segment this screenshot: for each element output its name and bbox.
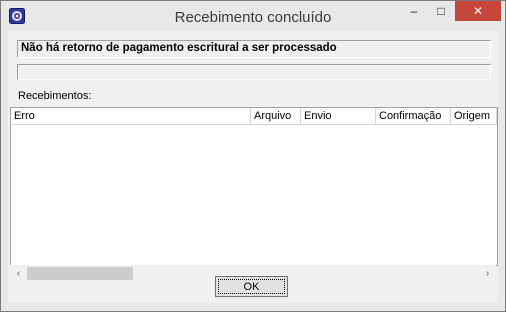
scroll-right-button[interactable]: ›: [479, 265, 496, 282]
close-button[interactable]: ✕: [455, 1, 501, 21]
progress-bar: [17, 64, 491, 80]
title-bar[interactable]: Recebimento concluído – □ ✕: [1, 1, 505, 31]
ok-button[interactable]: OK: [215, 276, 288, 297]
status-message: Não há retorno de pagamento escritural a…: [21, 42, 337, 54]
minimize-icon: –: [410, 4, 418, 18]
maximize-icon: □: [437, 4, 445, 18]
dialog-window: Recebimento concluído – □ ✕ Não há retor…: [0, 0, 506, 312]
focus-rectangle: [218, 279, 285, 294]
column-header-arquivo[interactable]: Arquivo: [251, 108, 301, 124]
column-header-confirmacao[interactable]: Confirmação: [376, 108, 451, 124]
status-message-box: Não há retorno de pagamento escritural a…: [17, 40, 491, 58]
chevron-right-icon: ›: [485, 268, 490, 279]
column-header-origem[interactable]: Origem: [451, 108, 497, 124]
close-icon: ✕: [472, 4, 484, 18]
maximize-button[interactable]: □: [428, 1, 454, 21]
column-header-erro[interactable]: Erro: [11, 108, 251, 124]
column-header-envio[interactable]: Envio: [301, 108, 376, 124]
scroll-left-button[interactable]: ‹: [10, 265, 27, 282]
chevron-left-icon: ‹: [16, 268, 21, 279]
receipts-label: Recebimentos:: [18, 90, 92, 102]
scrollbar-thumb[interactable]: [27, 267, 133, 280]
receipts-list[interactable]: Erro Arquivo Envio Confirmação Origem: [10, 107, 498, 266]
list-header: Erro Arquivo Envio Confirmação Origem: [11, 108, 497, 125]
dialog-client-area: Não há retorno de pagamento escritural a…: [8, 31, 498, 303]
minimize-button[interactable]: –: [401, 1, 427, 21]
